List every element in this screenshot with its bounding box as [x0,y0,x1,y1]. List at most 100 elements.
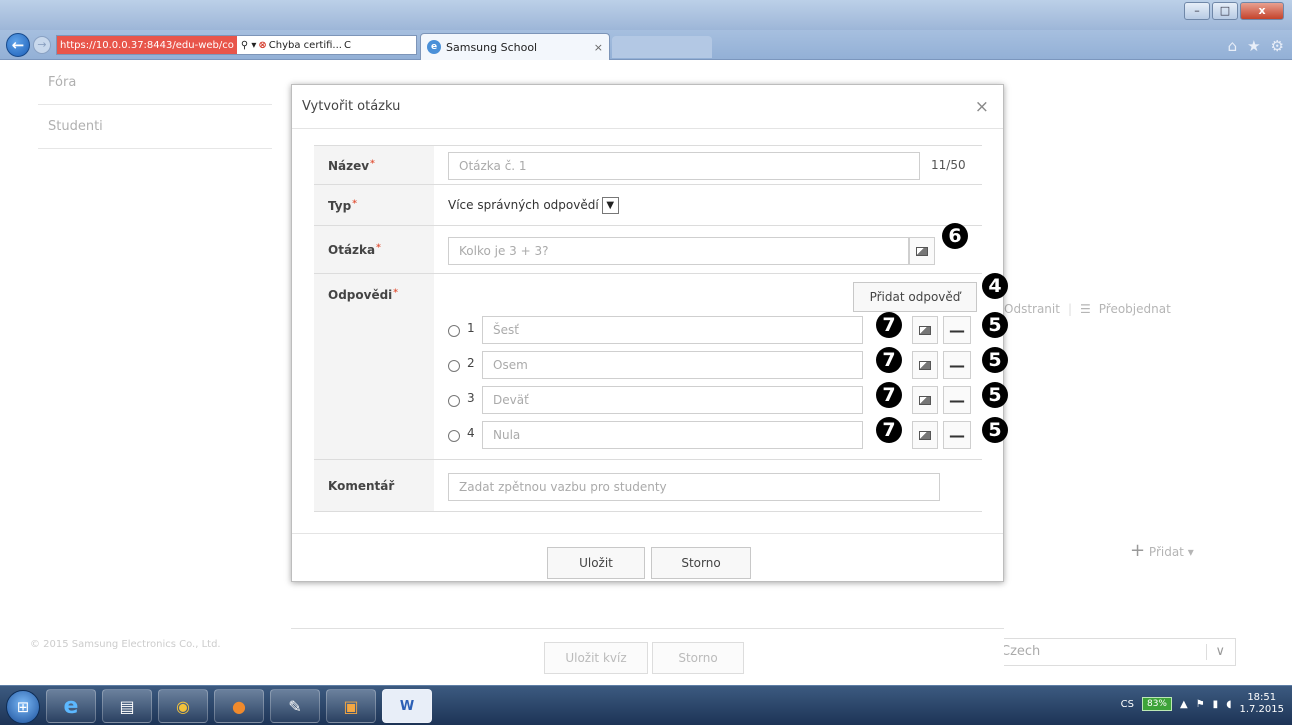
reorder-action[interactable]: Přeobjednat [1099,302,1171,316]
dialog-title: Vytvořit otázku [302,99,401,114]
answer-image-button[interactable] [912,386,938,414]
start-button[interactable]: ⊞ [6,690,40,724]
answer-radio[interactable] [448,325,460,337]
question-image-button[interactable] [909,237,935,265]
copyright-footer: © 2015 Samsung Electronics Co., Ltd. [30,639,221,650]
answer-image-button[interactable] [912,351,938,379]
required-mark: * [352,199,357,209]
dialog-header: Vytvořit otázku × [292,85,1003,129]
annotation-marker: 7 [876,417,902,443]
word-icon[interactable]: W [382,689,432,723]
address-url[interactable]: https://10.0.0.37:8443/edu-web/co [57,36,237,54]
annotation-marker: 5 [982,417,1008,443]
language-indicator[interactable]: CS [1121,699,1134,710]
image-icon [919,360,931,370]
answer-input[interactable]: Osem [482,351,863,379]
maximize-button[interactable]: □ [1212,2,1238,20]
answer-radio[interactable] [448,360,460,372]
create-question-dialog: Vytvořit otázku × Název* Otázka č. 1 11/… [291,84,1008,582]
name-input[interactable]: Otázka č. 1 [448,152,920,180]
minimize-button[interactable]: – [1184,2,1210,20]
answer-radio[interactable] [448,395,460,407]
battery-indicator[interactable]: 83% [1141,697,1172,711]
dialog-footer: Uložit Storno [292,533,1003,582]
remove-answer-button[interactable]: — [943,316,971,344]
quiz-bottom-bar: Uložit kvíz Storno [291,628,1004,686]
browser-navbar: ← → https://10.0.0.37:8443/edu-web/co ⚲ … [0,30,1292,60]
file-explorer-icon[interactable]: ▤ [102,689,152,723]
network-icon[interactable]: ▮ [1213,699,1219,710]
forward-arrow-icon[interactable]: → [33,36,51,54]
settings-gear-icon[interactable]: ⚙ [1271,37,1284,55]
answer-input[interactable]: Nula [482,421,863,449]
add-dropdown[interactable]: + Přidat ▾ [1130,540,1194,561]
cancel-quiz-button[interactable]: Storno [652,642,744,674]
name-body: Otázka č. 1 11/50 [434,146,982,184]
answer-radio[interactable] [448,430,460,442]
remove-answer-button[interactable]: — [943,386,971,414]
answer-image-button[interactable] [912,421,938,449]
tab-close-icon[interactable]: × [594,41,603,54]
cancel-button[interactable]: Storno [651,547,751,579]
clock-time: 18:51 [1247,692,1277,703]
close-icon[interactable]: × [975,97,989,117]
window-controls: – □ x [1184,2,1284,20]
home-icon[interactable]: ⌂ [1228,37,1238,55]
answer-input[interactable]: Deväť [482,386,863,414]
new-tab[interactable] [612,36,712,58]
annotation-marker: 5 [982,312,1008,338]
address-bar[interactable]: https://10.0.0.37:8443/edu-web/co ⚲ ▾ ⊗ … [56,35,417,55]
question-row: Otázka* Kolko je 3 + 3? [314,226,982,274]
volume-icon[interactable]: ◖ [1226,699,1231,710]
annotation-marker: 5 [982,347,1008,373]
language-select[interactable]: Czech ∨ [990,638,1236,666]
comment-input[interactable]: Zadat zpětnou vazbu pro studenty [448,473,940,501]
answer-number: 2 [467,356,475,370]
add-answer-button[interactable]: Přidat odpověď [853,282,977,312]
comment-label: Komentář [314,460,434,511]
remove-answer-button[interactable]: — [943,421,971,449]
image-app-icon[interactable]: ▣ [326,689,376,723]
browser-tab-samsung-school[interactable]: e Samsung School × [420,33,610,60]
refresh-icon[interactable]: C [344,40,351,51]
type-row: Typ* Více správných odpovědí ▼ [314,185,982,226]
image-icon [919,430,931,440]
system-tray: CS 83% ▲ ⚑ ▮ ◖ 18:51 1.7.2015 [1121,692,1284,716]
save-button[interactable]: Uložit [547,547,645,579]
clock-date: 1.7.2015 [1239,704,1284,715]
annotation-marker: 7 [876,347,902,373]
image-icon [919,325,931,335]
delete-action[interactable]: Odstranit [1004,302,1060,316]
clock[interactable]: 18:51 1.7.2015 [1239,692,1284,716]
chrome-icon[interactable]: ◉ [158,689,208,723]
cert-warning-icon: ⊗ [258,39,267,51]
certificate-error[interactable]: ⚲ ▾ ⊗ Chyba certifi... C [237,40,351,51]
save-quiz-button[interactable]: Uložit kvíz [544,642,648,674]
remove-answer-button[interactable]: — [943,351,971,379]
sidebar-item-studenti[interactable]: Studenti [38,105,272,149]
tray-arrow-icon[interactable]: ▲ [1180,699,1188,710]
search-dropdown-icon[interactable]: ⚲ ▾ [241,40,257,51]
answer-image-button[interactable] [912,316,938,344]
annotation-marker: 7 [876,312,902,338]
type-select[interactable]: Více správných odpovědí ▼ [448,194,619,216]
ie-tab-icon: e [427,40,441,54]
back-arrow-icon[interactable]: ← [6,33,30,57]
flag-icon[interactable]: ⚑ [1196,699,1205,710]
internet-explorer-icon[interactable]: e [46,689,96,723]
answers-label-text: Odpovědi [328,288,393,302]
answer-number: 3 [467,391,475,405]
answer-input[interactable]: Šesť [482,316,863,344]
close-window-button[interactable]: x [1240,2,1284,20]
chevron-down-icon[interactable]: ▼ [601,196,619,214]
tab-title: Samsung School [446,40,538,54]
favorites-star-icon[interactable]: ★ [1247,37,1260,55]
paint-icon[interactable]: ✎ [270,689,320,723]
question-input[interactable]: Kolko je 3 + 3? [448,237,909,265]
sidebar-item-fora[interactable]: Fóra [38,61,272,105]
type-select-value: Více správných odpovědí [448,198,599,212]
cert-error-label[interactable]: Chyba certifi... [269,40,342,51]
firefox-icon[interactable]: ● [214,689,264,723]
reorder-icon: ☰ [1080,302,1091,316]
answer-number: 1 [467,321,475,335]
